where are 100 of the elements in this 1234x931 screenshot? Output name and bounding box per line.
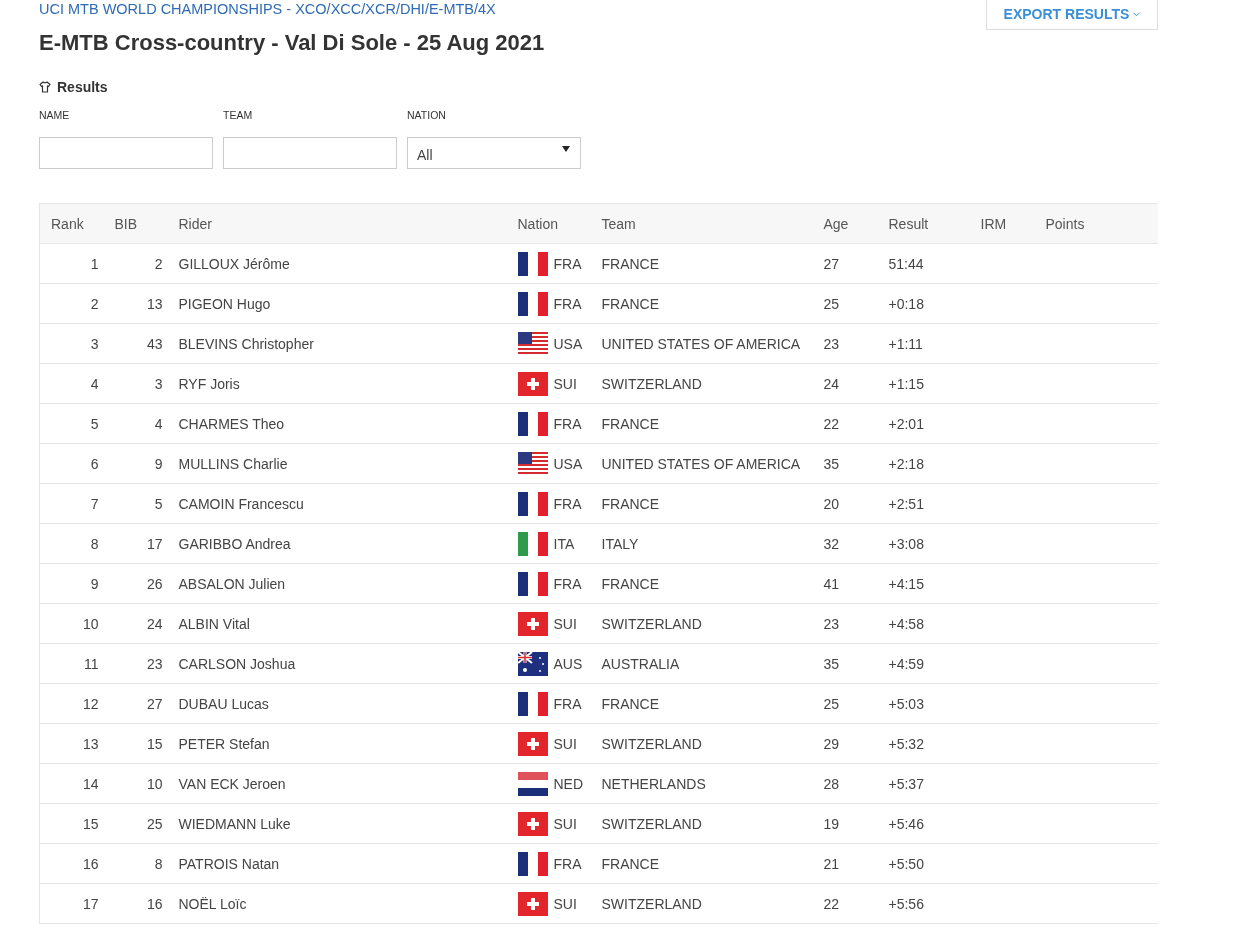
rank-cell: 6: [39, 443, 107, 484]
nation-code: NED: [553, 775, 584, 792]
result-cell: +5:32: [880, 723, 973, 764]
column-header: Age: [815, 203, 881, 244]
result-cell: +3:08: [880, 523, 973, 564]
rider-cell: CHARMES Theo: [170, 403, 510, 444]
rider-cell: PETER Stefan: [170, 723, 510, 764]
age-cell: 25: [815, 683, 881, 724]
nation-code: ITA: [553, 535, 575, 552]
nation-code: FRA: [553, 855, 582, 872]
bib-cell: 25: [106, 803, 171, 844]
team-cell: SWITZERLAND: [593, 603, 816, 644]
team-cell: FRANCE: [593, 683, 816, 724]
rider-cell: ABSALON Julien: [170, 563, 510, 604]
result-cell: +2:51: [880, 483, 973, 524]
rider-cell: GARIBBO Andrea: [170, 523, 510, 564]
team-cell: AUSTRALIA: [593, 643, 816, 684]
team-cell: SWITZERLAND: [593, 723, 816, 764]
dropdown-caret-icon: [562, 146, 570, 152]
result-cell: +5:50: [880, 843, 973, 884]
breadcrumb-link[interactable]: UCI MTB WORLD CHAMPIONSHIPS - XCO/XCC/XCR/DHI/E-MTB/4X: [39, 1, 496, 17]
rank-cell: 8: [39, 523, 107, 564]
rider-cell: NOËL Loïc: [170, 883, 510, 924]
rider-cell: CARLSON Joshua: [170, 643, 510, 684]
bib-cell: 8: [106, 843, 171, 884]
column-header: Result: [880, 203, 973, 244]
age-cell: 20: [815, 483, 881, 524]
nation-code: SUI: [553, 895, 577, 912]
column-header: Rank: [39, 203, 107, 244]
rank-cell: 7: [39, 483, 107, 524]
export-results-button[interactable]: EXPORT RESULTS: [986, 0, 1158, 30]
column-header: Nation: [509, 203, 594, 244]
rider-cell: VAN ECK Jeroen: [170, 763, 510, 804]
team-cell: UNITED STATES OF AMERICA: [593, 323, 816, 364]
age-cell: 28: [815, 763, 881, 804]
flag-icon: [517, 731, 548, 756]
flag-icon: [517, 451, 548, 476]
flag-icon: [517, 531, 548, 556]
flag-icon: [517, 771, 548, 796]
age-cell: 21: [815, 843, 881, 884]
rank-cell: 14: [39, 763, 107, 804]
age-cell: 35: [815, 443, 881, 484]
nation-code: SUI: [553, 375, 577, 392]
shirt-icon: [39, 81, 51, 93]
team-cell: FRANCE: [593, 243, 816, 284]
age-cell: 19: [815, 803, 881, 844]
rider-cell: PIGEON Hugo: [170, 283, 510, 324]
age-cell: 22: [815, 403, 881, 444]
flag-icon: [517, 251, 548, 276]
flag-icon: [517, 491, 548, 516]
result-cell: +4:58: [880, 603, 973, 644]
rank-cell: 15: [39, 803, 107, 844]
flag-icon: [517, 331, 548, 356]
filter-input-field[interactable]: [39, 137, 213, 169]
team-cell: FRANCE: [593, 483, 816, 524]
age-cell: 23: [815, 603, 881, 644]
column-header: IRM: [972, 203, 1038, 244]
nation-code: FRA: [553, 255, 582, 272]
nation-code: FRA: [553, 415, 582, 432]
bib-cell: 26: [106, 563, 171, 604]
nation-code: FRA: [553, 575, 582, 592]
nation-dropdown[interactable]: All: [407, 137, 581, 169]
result-cell: +1:11: [880, 323, 973, 364]
rider-cell: MULLINS Charlie: [170, 443, 510, 484]
team-cell: NETHERLANDS: [593, 763, 816, 804]
result-cell: 51:44: [880, 243, 973, 284]
flag-icon: [517, 291, 548, 316]
nation-code: FRA: [553, 695, 582, 712]
rank-cell: 16: [39, 843, 107, 884]
rider-cell: BLEVINS Christopher: [170, 323, 510, 364]
rank-cell: 9: [39, 563, 107, 604]
flag-icon: [517, 691, 548, 716]
age-cell: 29: [815, 723, 881, 764]
column-header: Team: [593, 203, 816, 244]
page-title: E-MTB Cross-country - Val Di Sole - 25 Aug 2021: [39, 30, 545, 56]
rank-cell: 4: [39, 363, 107, 404]
rank-cell: 3: [39, 323, 107, 364]
flag-icon: [517, 411, 548, 436]
rider-cell: GILLOUX Jérôme: [170, 243, 510, 284]
flag-icon: [517, 651, 548, 676]
age-cell: 25: [815, 283, 881, 324]
filter-label: TEAM: [223, 109, 254, 123]
result-cell: +4:15: [880, 563, 973, 604]
nation-code: USA: [553, 335, 583, 352]
bib-cell: 16: [106, 883, 171, 924]
team-cell: FRANCE: [593, 563, 816, 604]
rank-cell: 17: [39, 883, 107, 924]
nation-code: SUI: [553, 815, 577, 832]
team-cell: UNITED STATES OF AMERICA: [593, 443, 816, 484]
filter-input-field[interactable]: [223, 137, 397, 169]
bib-cell: 9: [106, 443, 171, 484]
result-cell: +5:37: [880, 763, 973, 804]
bib-cell: 27: [106, 683, 171, 724]
rank-cell: 2: [39, 283, 107, 324]
bib-cell: 15: [106, 723, 171, 764]
flag-icon: [517, 811, 548, 836]
rank-cell: 10: [39, 603, 107, 644]
nation-code: SUI: [553, 615, 577, 632]
result-cell: +2:01: [880, 403, 973, 444]
rank-cell: 5: [39, 403, 107, 444]
